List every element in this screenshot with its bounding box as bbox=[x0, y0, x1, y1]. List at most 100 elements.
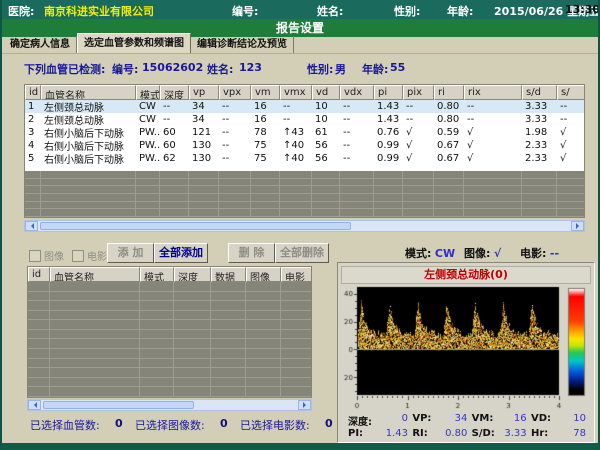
selected-vessels-table[interactable]: id血管名称模式深度数据图像电影 bbox=[27, 266, 312, 398]
cines-count-value: 0 bbox=[325, 417, 333, 430]
table-cell: √ bbox=[403, 127, 434, 138]
table-cell: 34 bbox=[189, 101, 219, 112]
table-cell: 34 bbox=[189, 114, 219, 125]
scroll-thumb[interactable] bbox=[43, 401, 194, 409]
column-header: vp bbox=[189, 85, 219, 100]
empty-row bbox=[25, 171, 584, 179]
column-header: rix bbox=[464, 85, 522, 100]
table-cell: ↑43 bbox=[280, 127, 312, 138]
column-header: 模式 bbox=[136, 85, 160, 100]
add-all-button[interactable]: 全部添加 bbox=[154, 243, 208, 263]
column-header: s/ bbox=[557, 85, 585, 100]
scroll-right-button[interactable] bbox=[571, 221, 584, 231]
selection-summary: 已选择血管数: 0 已选择图像数: 0 已选择电影数: 0 bbox=[2, 417, 332, 431]
table-cell: 62 bbox=[160, 153, 189, 164]
column-header: id bbox=[28, 267, 50, 282]
table-cell: √ bbox=[557, 127, 585, 138]
images-count-value: 0 bbox=[220, 417, 228, 430]
detected-vessels-table[interactable]: id血管名称模式深度vpvpxvmvmxvdvdxpipixririxs/ds/… bbox=[24, 84, 585, 218]
scroll-thumb[interactable] bbox=[40, 222, 351, 230]
cine-checkbox-label: 电影 bbox=[87, 248, 107, 263]
column-header: vd bbox=[312, 85, 340, 100]
table-cell: 2.33 bbox=[522, 153, 557, 164]
table-cell: 16 bbox=[251, 114, 280, 125]
empty-row bbox=[28, 282, 311, 292]
image-checkbox[interactable]: 图像 bbox=[29, 248, 64, 263]
vessels-table-h-scrollbar[interactable] bbox=[24, 220, 585, 232]
table-cell: -- bbox=[160, 101, 189, 112]
name-label: 姓名: bbox=[207, 61, 233, 77]
empty-row bbox=[28, 292, 311, 302]
vm-value: 16 bbox=[514, 413, 527, 428]
table-cell: 1 bbox=[25, 101, 41, 112]
detected-label: 下列血管已检测: bbox=[24, 61, 105, 77]
table-cell: -- bbox=[464, 101, 522, 112]
scroll-right-button[interactable] bbox=[298, 400, 311, 410]
empty-row bbox=[28, 339, 311, 349]
table-cell: 0.80 bbox=[434, 114, 464, 125]
depth-label: 深度: bbox=[348, 413, 372, 428]
scroll-left-button[interactable] bbox=[25, 221, 38, 231]
tab-edit-diagnosis[interactable]: 编辑诊断结论及预览 bbox=[191, 36, 294, 53]
empty-row bbox=[28, 330, 311, 340]
image-status: 图像: √ bbox=[464, 245, 501, 261]
table-cell: 0.99 bbox=[374, 153, 403, 164]
checkbox-icon bbox=[29, 250, 41, 262]
table-cell: 2.33 bbox=[522, 140, 557, 151]
table-cell: 78 bbox=[251, 127, 280, 138]
scroll-left-button[interactable] bbox=[28, 400, 41, 410]
selected-table-h-scrollbar[interactable] bbox=[27, 399, 312, 411]
table-cell: -- bbox=[160, 114, 189, 125]
no-label: 编号: bbox=[112, 61, 138, 77]
tab-patient-info[interactable]: 确定病人信息 bbox=[4, 36, 77, 53]
table-cell: 3.33 bbox=[522, 114, 557, 125]
column-header: vpx bbox=[219, 85, 251, 100]
vm-label: VM: bbox=[472, 413, 494, 428]
cine-checkbox[interactable]: 电影 bbox=[72, 248, 107, 263]
table-cell: -- bbox=[219, 114, 251, 125]
delete-all-button[interactable]: 全部删除 bbox=[275, 243, 329, 263]
table-cell: √ bbox=[464, 127, 522, 138]
table-cell: 56 bbox=[312, 153, 340, 164]
column-header: vm bbox=[251, 85, 280, 100]
empty-row bbox=[25, 179, 584, 187]
table-cell: 5 bbox=[25, 153, 41, 164]
age-value: 55 bbox=[390, 61, 405, 74]
table-cell: √ bbox=[403, 153, 434, 164]
patient-sex-label: 性别: bbox=[394, 3, 420, 19]
table-cell: 1.43 bbox=[374, 101, 403, 112]
vp-value: 34 bbox=[455, 413, 468, 428]
table-cell: 10 bbox=[312, 101, 340, 112]
empty-row bbox=[25, 209, 584, 217]
table-cell: √ bbox=[557, 140, 585, 151]
table-cell: 1.98 bbox=[522, 127, 557, 138]
vessels-count-label: 已选择血管数: bbox=[30, 417, 100, 433]
mode-status: 模式: CW bbox=[405, 245, 455, 261]
table-cell: -- bbox=[280, 101, 312, 112]
delete-button[interactable]: 删 除 bbox=[228, 243, 275, 263]
scroll-track[interactable] bbox=[38, 221, 571, 231]
tab-vessel-params[interactable]: 选定血管参数和频谱图 bbox=[77, 33, 191, 53]
table-cell: 75 bbox=[251, 153, 280, 164]
left-arrow-icon bbox=[31, 402, 37, 408]
hospital-label: 医院: bbox=[8, 3, 34, 19]
table-cell: -- bbox=[340, 101, 374, 112]
add-button[interactable]: 添 加 bbox=[107, 243, 154, 263]
table-cell: PW... bbox=[136, 127, 160, 138]
column-header: vdx bbox=[340, 85, 374, 100]
table-cell: 130 bbox=[189, 153, 219, 164]
empty-row bbox=[28, 320, 311, 330]
patient-age-label: 年龄: bbox=[447, 3, 473, 19]
age-label: 年龄: bbox=[362, 61, 388, 77]
table-row[interactable]: 5右侧小脑后下动脉PW...62130--75↑4056--0.99√0.67√… bbox=[25, 152, 584, 165]
table-cell: ↑40 bbox=[280, 153, 312, 164]
empty-row bbox=[28, 368, 311, 378]
table-cell: -- bbox=[557, 101, 585, 112]
table-cell: 75 bbox=[251, 140, 280, 151]
table-cell: 60 bbox=[160, 140, 189, 151]
detected-info-row: 下列血管已检测: 编号: 15062602 姓名: 123 性别: 男 年龄: … bbox=[2, 61, 598, 75]
scroll-track[interactable] bbox=[41, 400, 298, 410]
tab-bar: 确定病人信息 选定血管参数和频谱图 编辑诊断结论及预览 bbox=[2, 37, 598, 54]
table-cell: 121 bbox=[189, 127, 219, 138]
cine-status: 电影: -- bbox=[520, 245, 559, 261]
